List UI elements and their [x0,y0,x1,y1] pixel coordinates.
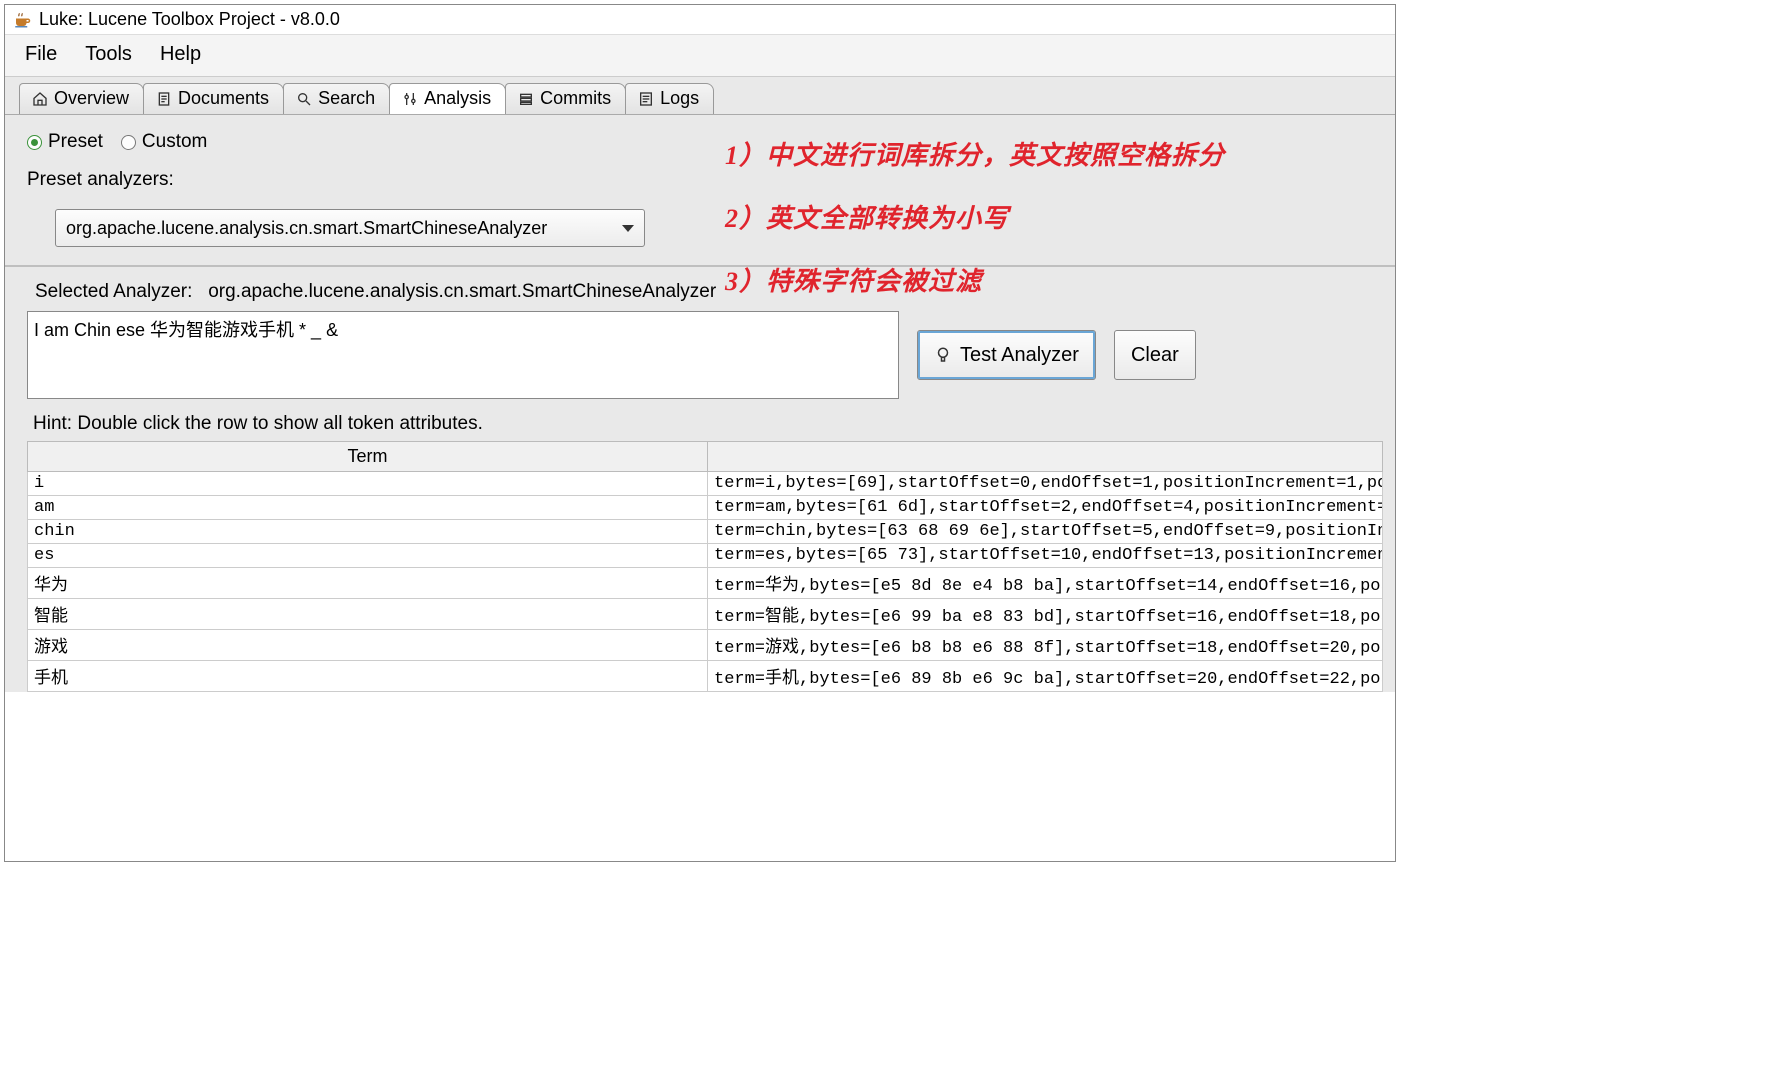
table-row[interactable]: 游戏term=游戏,bytes=[e6 b8 b8 e6 88 8f],star… [28,630,1383,661]
selected-analyzer-value: org.apache.lucene.analysis.cn.smart.Smar… [208,281,716,302]
term-cell: es [28,544,708,568]
tab-overview-label: Overview [54,88,129,109]
sliders-icon [402,91,418,107]
attrs-cell: term=手机,bytes=[e6 89 8b e6 9c ba],startO… [708,661,1383,692]
radio-preset[interactable]: Preset [27,131,103,153]
layers-icon [518,91,534,107]
radio-custom-label: Custom [142,131,207,153]
window-title: Luke: Lucene Toolbox Project - v8.0.0 [39,9,340,30]
table-row[interactable]: iterm=i,bytes=[69],startOffset=0,endOffs… [28,472,1383,496]
tab-documents[interactable]: Documents [143,83,284,114]
tab-logs[interactable]: Logs [625,83,714,114]
tab-search[interactable]: Search [283,83,390,114]
java-icon [13,11,31,29]
attrs-cell: term=i,bytes=[69],startOffset=0,endOffse… [708,472,1383,496]
term-cell: i [28,472,708,496]
term-cell: 华为 [28,568,708,599]
menubar: File Tools Help [5,35,1395,77]
annotation-line-3: 3）特殊字符会被过滤 [725,261,1225,298]
chevron-down-icon [622,225,634,232]
hint-text: Hint: Double click the row to show all t… [33,413,1379,435]
analyzer-input[interactable] [27,311,899,399]
app-window: Luke: Lucene Toolbox Project - v8.0.0 Fi… [4,4,1396,862]
menu-help[interactable]: Help [160,43,201,66]
annotation-line-2: 2）英文全部转换为小写 [725,198,1225,235]
term-cell: 游戏 [28,630,708,661]
annotation-overlay: 1）中文进行词库拆分，英文按照空格拆分 2）英文全部转换为小写 3）特殊字符会被… [725,135,1225,324]
attrs-cell: term=智能,bytes=[e6 99 ba e8 83 bd],startO… [708,599,1383,630]
table-row[interactable]: chinterm=chin,bytes=[63 68 69 6e],startO… [28,520,1383,544]
table-header-term[interactable]: Term [28,442,708,472]
tabs-bar: Overview Documents Search Analysis Commi… [5,77,1395,115]
table-row[interactable]: esterm=es,bytes=[65 73],startOffset=10,e… [28,544,1383,568]
table-row[interactable]: 华为term=华为,bytes=[e5 8d 8e e4 b8 ba],star… [28,568,1383,599]
attrs-cell: term=am,bytes=[61 6d],startOffset=2,endO… [708,496,1383,520]
tab-documents-label: Documents [178,88,269,109]
term-cell: chin [28,520,708,544]
attrs-cell: term=es,bytes=[65 73],startOffset=10,end… [708,544,1383,568]
menu-tools[interactable]: Tools [85,43,132,66]
annotation-line-1: 1）中文进行词库拆分，英文按照空格拆分 [725,135,1225,172]
term-cell: 智能 [28,599,708,630]
search-icon [296,91,312,107]
tab-analysis[interactable]: Analysis [389,83,506,114]
attrs-cell: term=chin,bytes=[63 68 69 6e],startOffse… [708,520,1383,544]
token-table[interactable]: Term iterm=i,bytes=[69],startOffset=0,en… [27,441,1383,692]
bulb-icon [934,346,952,364]
table-row[interactable]: 手机term=手机,bytes=[e6 89 8b e6 9c ba],star… [28,661,1383,692]
radio-preset-label: Preset [48,131,103,153]
attrs-cell: term=华为,bytes=[e5 8d 8e e4 b8 ba],startO… [708,568,1383,599]
test-analyzer-label: Test Analyzer [960,344,1079,367]
tab-overview[interactable]: Overview [19,83,144,114]
selected-analyzer-label: Selected Analyzer: [35,281,192,302]
test-analyzer-button[interactable]: Test Analyzer [917,330,1096,380]
list-icon [638,91,654,107]
table-row[interactable]: amterm=am,bytes=[61 6d],startOffset=2,en… [28,496,1383,520]
analyzer-test-panel: Selected Analyzer: org.apache.lucene.ana… [5,267,1395,692]
term-cell: 手机 [28,661,708,692]
clear-button[interactable]: Clear [1114,330,1196,380]
tab-commits-label: Commits [540,88,611,109]
table-row[interactable]: 智能term=智能,bytes=[e6 99 ba e8 83 bd],star… [28,599,1383,630]
table-header-attrs[interactable] [708,442,1383,472]
tab-logs-label: Logs [660,88,699,109]
home-icon [32,91,48,107]
tab-analysis-label: Analysis [424,88,491,109]
document-icon [156,91,172,107]
tab-commits[interactable]: Commits [505,83,626,114]
analyzer-combobox[interactable]: org.apache.lucene.analysis.cn.smart.Smar… [55,209,645,247]
attrs-cell: term=游戏,bytes=[e6 b8 b8 e6 88 8f],startO… [708,630,1383,661]
analyzer-select-panel: Preset Custom Preset analyzers: org.apac… [5,115,1395,267]
radio-custom[interactable]: Custom [121,131,207,153]
analyzer-combo-value: org.apache.lucene.analysis.cn.smart.Smar… [66,218,547,239]
tab-search-label: Search [318,88,375,109]
menu-file[interactable]: File [25,43,57,66]
content-area: Preset Custom Preset analyzers: org.apac… [5,115,1395,692]
term-cell: am [28,496,708,520]
clear-button-label: Clear [1131,344,1179,367]
titlebar: Luke: Lucene Toolbox Project - v8.0.0 [5,5,1395,35]
